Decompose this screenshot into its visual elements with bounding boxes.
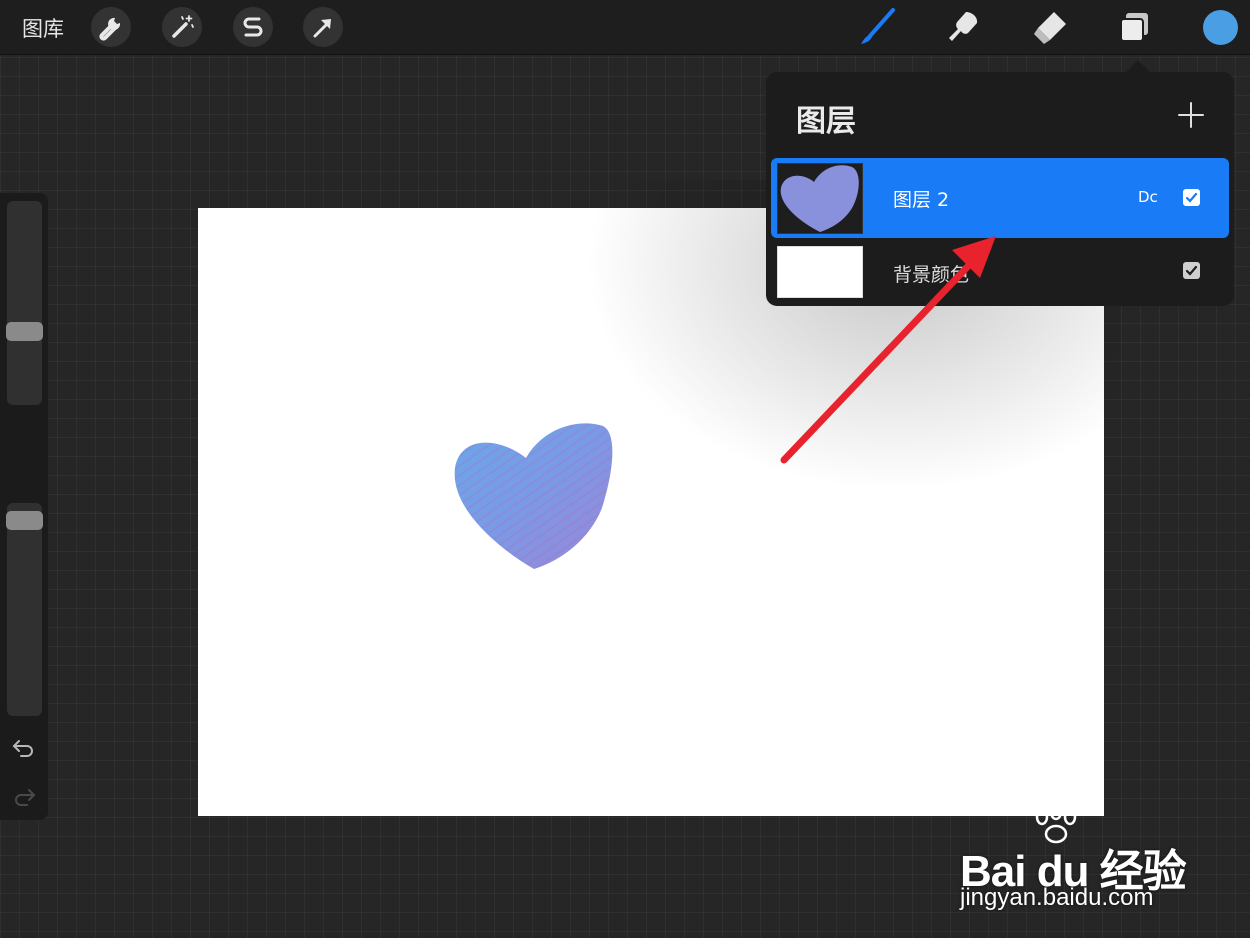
baidu-jingyan-watermark: Bai du 经验 jingyan.baidu.com: [960, 805, 1200, 915]
watermark-url: jingyan.baidu.com: [960, 884, 1154, 911]
annotation-arrow: [780, 236, 996, 464]
